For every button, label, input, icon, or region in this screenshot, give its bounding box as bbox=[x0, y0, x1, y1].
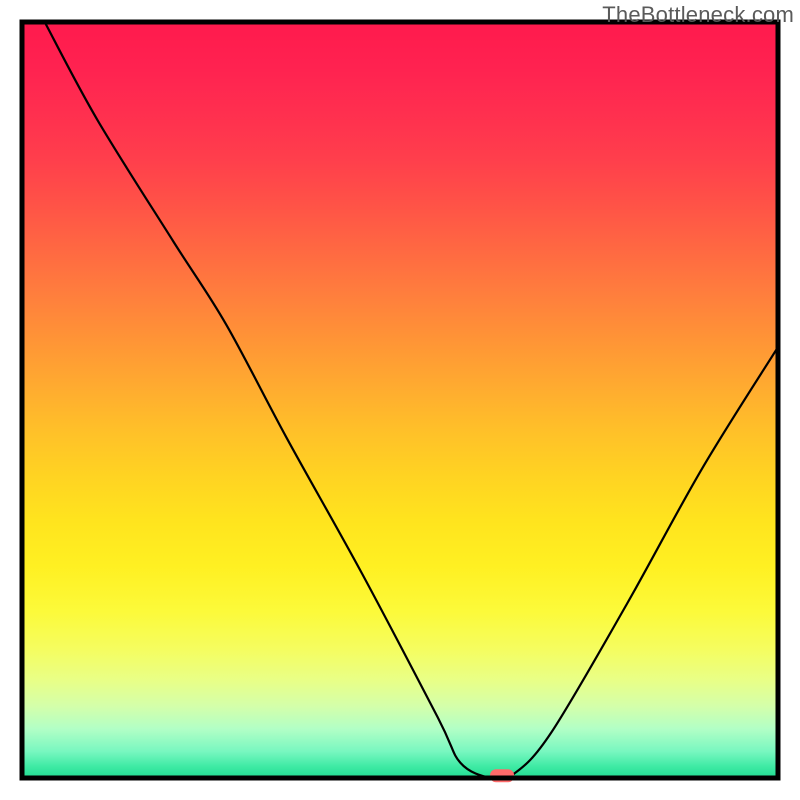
chart-svg bbox=[0, 0, 800, 800]
watermark-text: TheBottleneck.com bbox=[602, 2, 794, 28]
bottleneck-chart: TheBottleneck.com bbox=[0, 0, 800, 800]
plot-background bbox=[22, 22, 778, 778]
